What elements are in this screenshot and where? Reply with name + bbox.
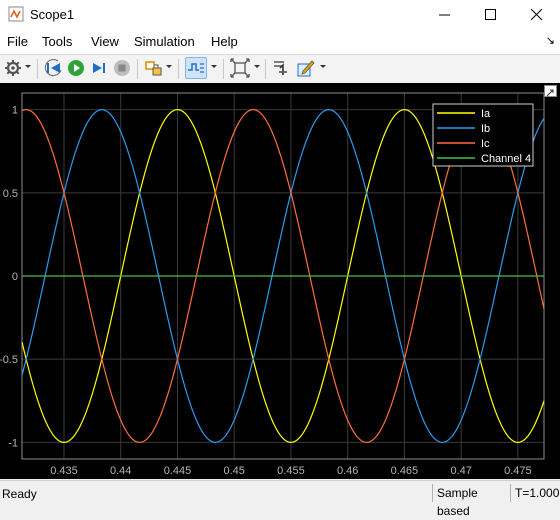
scale-axes-button[interactable] [230,58,250,78]
step-forward-button[interactable] [89,58,109,78]
undock-icon[interactable] [544,85,557,97]
close-icon [531,9,543,21]
y-tick-label: -0.5 [0,354,18,366]
play-icon [68,60,84,76]
toolbar-collapse-icon[interactable]: ↘ [546,34,555,47]
scope-plot[interactable]: -1-0.500.51 0.435 0.44 0.445 0.45 0.455 0.46 0… [0,83,560,479]
x-axis-tick-labels: 0.435 0.44 0.445 0.45 0.455 0.46 0.465 0.47 0.47… [50,465,531,477]
title-bar: Scope1 [0,0,560,30]
sample-mode-indicator: Sample based [432,484,511,518]
close-button[interactable] [514,0,560,30]
fit-axes-icon [230,58,250,78]
simulation-time-indicator: T=1.000 [510,484,560,502]
expand-arrow-icon [546,89,554,97]
menu-help[interactable]: Help [211,34,238,49]
legend-label-ib: Ib [481,123,490,135]
window-title: Scope1 [30,7,75,22]
highlight-simulink-block-button[interactable] [144,58,164,78]
legend-label-ia: Ia [481,108,491,120]
toolbar-separator [178,59,179,79]
triggers-button[interactable] [185,57,207,79]
toolbar-separator [37,59,38,79]
x-tick-label: 0.44 [110,465,131,477]
y-tick-label: -1 [8,437,18,449]
menu-file[interactable]: File [7,34,28,49]
x-tick-label: 0.455 [277,465,305,477]
cursor-measurements-button[interactable] [271,58,291,78]
stop-icon [114,60,130,76]
x-tick-label: 0.45 [223,465,244,477]
chevron-down-icon[interactable] [25,63,32,70]
simulink-scope-app-icon [8,6,24,22]
minimize-icon [439,14,450,16]
run-button[interactable] [66,58,86,78]
configuration-properties-button[interactable] [3,58,23,78]
menu-tools[interactable]: Tools [42,34,72,49]
y-tick-label: 1 [12,105,18,117]
step-forward-icon [93,63,105,73]
x-tick-label: 0.445 [164,465,192,477]
legend-label-channel-4: Channel 4 [481,153,531,165]
highlight-block-icon [145,61,162,76]
status-ready-text: Ready [2,487,37,501]
x-tick-label: 0.46 [337,465,358,477]
toolbar [0,54,560,84]
cursor-measure-icon [274,61,287,75]
toolbar-separator [265,59,266,79]
toolbar-separator [137,59,138,79]
maximize-button[interactable] [468,0,514,30]
pen-style-icon [297,60,315,77]
menu-bar: File Tools View Simulation Help ↘ [0,30,560,54]
chevron-down-icon[interactable] [320,63,327,70]
menu-simulation[interactable]: Simulation [134,34,195,49]
chevron-down-icon[interactable] [254,63,261,70]
x-tick-label: 0.475 [504,465,532,477]
y-tick-label: 0 [12,271,18,283]
y-tick-label: 0.5 [3,188,18,200]
step-back-icon [44,59,62,76]
maximize-icon [485,9,496,20]
x-tick-label: 0.435 [50,465,78,477]
x-tick-label: 0.465 [391,465,419,477]
step-back-button[interactable] [44,58,64,78]
chevron-down-icon[interactable] [211,63,218,70]
style-button[interactable] [296,58,316,78]
stop-button[interactable] [112,58,132,78]
x-tick-label: 0.47 [450,465,471,477]
legend-label-ic: Ic [481,138,490,150]
scope-display[interactable]: -1 -0.5 0 0.5 1 0.435 0.44 0.445 0.45 0.455 0.46 0… [0,83,560,479]
toolbar-separator [223,59,224,79]
trigger-icon [188,63,204,73]
y-axis-tick-labels: -1 -0.5 0 0.5 1 [0,105,18,450]
minimize-button[interactable] [422,0,468,30]
chevron-down-icon[interactable] [166,63,173,70]
legend[interactable]: Ia Ib Ic Channel 4 [432,103,534,167]
status-bar: Ready Sample based T=1.000 [0,480,560,518]
gear-icon [5,60,21,76]
menu-view[interactable]: View [91,34,119,49]
